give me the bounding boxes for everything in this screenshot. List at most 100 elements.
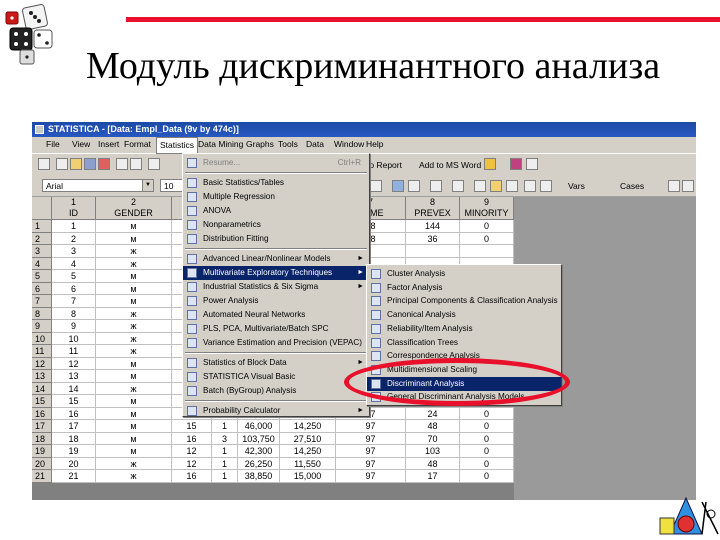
table-cell[interactable]: м [96,445,172,458]
row-header[interactable]: 12 [32,357,52,370]
row-header[interactable]: 16 [32,407,52,420]
table-cell[interactable]: 48 [406,457,460,470]
menu-item-power-analysis[interactable]: Power Analysis [183,294,369,308]
table-cell[interactable]: 9 [52,320,96,333]
row-header[interactable]: 7 [32,295,52,308]
table-cell[interactable]: 12 [172,445,212,458]
table-cell[interactable]: 70 [406,432,460,445]
cases-icon[interactable] [524,180,536,192]
table-cell[interactable]: 6 [52,282,96,295]
row-header[interactable]: 11 [32,345,52,358]
table-cell[interactable]: 11 [52,345,96,358]
menu-item-statistica-visual-basic[interactable]: STATISTICA Visual Basic [183,370,369,384]
menu-item-distribution-fitting[interactable]: Distribution Fitting [183,232,369,246]
table-cell[interactable]: 14,250 [280,445,336,458]
vars-menu[interactable]: Vars [568,181,585,191]
row-header[interactable]: 19 [32,445,52,458]
table-cell[interactable]: 14,250 [280,420,336,433]
menu-item-advanced-linear-nonlinear-models[interactable]: Advanced Linear/Nonlinear Models ► [183,252,369,266]
table-cell[interactable]: 21 [52,470,96,483]
row-header[interactable]: 21 [32,470,52,483]
table-cell[interactable]: 36 [406,232,460,245]
row-header[interactable]: 10 [32,332,52,345]
menu-item-nonparametrics[interactable]: Nonparametrics [183,218,369,232]
menu-help[interactable]: Help [366,139,383,149]
menu-format[interactable]: Format [124,139,151,149]
table-cell[interactable]: 0 [460,470,514,483]
table-cell[interactable]: ж [96,257,172,270]
table-cell[interactable] [460,245,514,258]
table-cell[interactable]: 14 [52,382,96,395]
table-cell[interactable]: 97 [336,457,406,470]
menu-item-multiple-regression[interactable]: Multiple Regression [183,190,369,204]
table-cell[interactable]: ж [96,332,172,345]
row-header[interactable]: 3 [32,245,52,258]
row-header[interactable]: 4 [32,257,52,270]
menu-item-probability-calculator[interactable]: Probability Calculator ► [183,404,369,418]
table-cell[interactable]: 1 [212,420,238,433]
font-size-select[interactable]: 10 [160,179,184,192]
table-cell[interactable]: м [96,282,172,295]
table-cell[interactable]: 16 [172,470,212,483]
table-cell[interactable]: 0 [460,457,514,470]
menu-item-factor-analysis[interactable]: Factor Analysis [367,281,561,295]
cases-menu[interactable]: Cases [620,181,644,191]
menu-item-basic-statistics-tables[interactable]: Basic Statistics/Tables [183,176,369,190]
table-cell[interactable]: 3 [52,245,96,258]
menu-item-principal-components-classification-analysis[interactable]: Principal Components & Classification An… [367,294,561,308]
menu-item-anova[interactable]: ANOVA [183,204,369,218]
menu-item-variance-estimation-and-precision-vepac[interactable]: Variance Estimation and Precision (VEPAC… [183,336,369,350]
table-cell[interactable]: м [96,420,172,433]
align-icon[interactable] [370,180,382,192]
table-cell[interactable]: 18 [52,432,96,445]
table-cell[interactable]: 97 [336,432,406,445]
font-color-icon[interactable] [408,180,420,192]
table-cell[interactable]: 17 [52,420,96,433]
table-cell[interactable]: 1 [52,220,96,233]
table-cell[interactable]: м [96,295,172,308]
grid-corner[interactable] [32,197,52,220]
menu-item-cluster-analysis[interactable]: Cluster Analysis [367,267,561,281]
tools-icon[interactable] [510,158,522,170]
table-cell[interactable]: м [96,395,172,408]
table-cell[interactable]: м [96,357,172,370]
table-cell[interactable]: 26,250 [238,457,280,470]
row-header[interactable]: 15 [32,395,52,408]
variables-icon[interactable] [506,180,518,192]
sort-icon[interactable] [452,180,464,192]
table-cell[interactable]: м [96,370,172,383]
column-header[interactable]: 8 PREVEX [406,197,460,220]
menu-item-pls-pca-multivariate-batch-spc[interactable]: PLS, PCA, Multivariate/Batch SPC [183,322,369,336]
row-header[interactable]: 18 [32,432,52,445]
row-header[interactable]: 17 [32,420,52,433]
menu-item-resume[interactable]: Resume... Ctrl+R [183,156,369,170]
table-cell[interactable]: 0 [460,232,514,245]
table-cell[interactable]: 17 [406,470,460,483]
table-cell[interactable]: ж [96,470,172,483]
table-cell[interactable]: 8 [52,307,96,320]
table-cell[interactable]: 12 [172,457,212,470]
table-cell[interactable]: 103 [406,445,460,458]
row-header[interactable]: 20 [32,457,52,470]
table-cell[interactable]: 97 [336,470,406,483]
table-cell[interactable]: 0 [460,420,514,433]
help-icon[interactable] [526,158,538,170]
column-header[interactable]: 2 GENDER [96,197,172,220]
save-icon[interactable] [84,158,96,170]
menu-item-industrial-statistics-six-sigma[interactable]: Industrial Statistics & Six Sigma ► [183,280,369,294]
menu-statistics[interactable]: Statistics [156,137,199,154]
table-cell[interactable]: 24 [406,407,460,420]
table-cell[interactable]: м [96,270,172,283]
menu-item-canonical-analysis[interactable]: Canonical Analysis [367,308,561,322]
table-cell[interactable]: 19 [52,445,96,458]
row-header[interactable]: 14 [32,382,52,395]
open-folder-icon[interactable] [70,158,82,170]
pdf-icon[interactable] [98,158,110,170]
borders-icon[interactable] [430,180,442,192]
table-cell[interactable]: 16 [172,432,212,445]
fill-color-icon[interactable] [392,180,404,192]
table-cell[interactable]: 27,510 [280,432,336,445]
font-name-select[interactable]: Arial ▼ [42,179,154,192]
menu-item-statistics-of-block-data[interactable]: Statistics of Block Data ► [183,356,369,370]
menu-view[interactable]: View [72,139,90,149]
